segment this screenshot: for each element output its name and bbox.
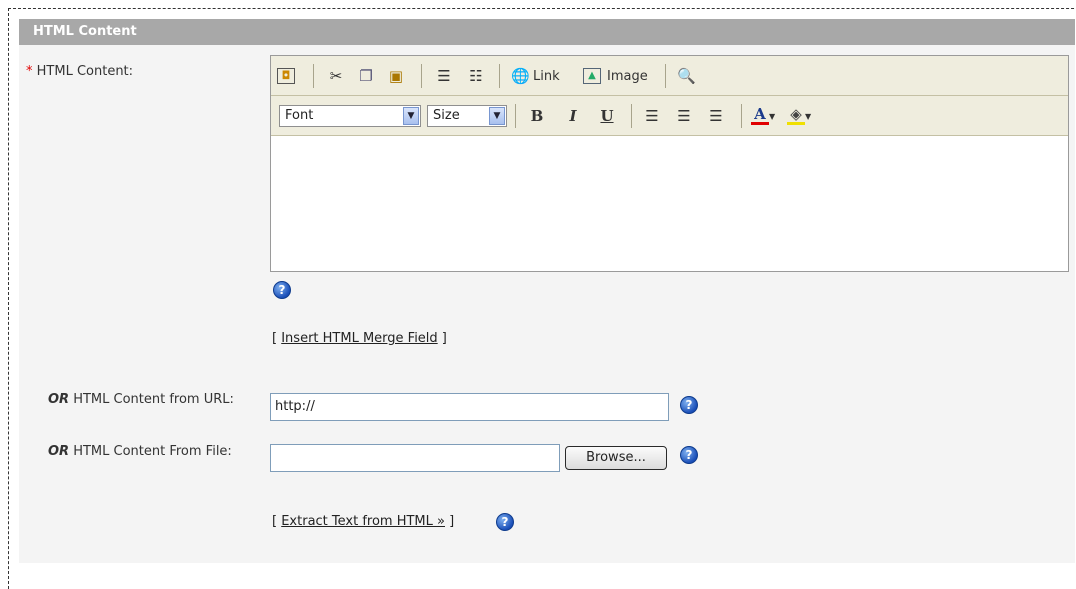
cut-button[interactable]: ✂ [327, 65, 345, 87]
link-label: Link [533, 68, 560, 84]
background-color-icon: ◈ [787, 107, 805, 125]
underline-icon: U [600, 107, 614, 125]
chevron-down-icon: ▼ [489, 107, 505, 125]
italic-button[interactable]: I [563, 105, 583, 127]
underline-button[interactable]: U [597, 105, 617, 127]
required-marker: * [26, 64, 33, 79]
italic-icon: I [569, 107, 577, 125]
help-icon[interactable]: ? [680, 396, 698, 414]
paste-icon: ▣ [388, 67, 404, 85]
size-select[interactable]: Size ▼ [427, 105, 507, 127]
merge-field-line: [ Insert HTML Merge Field ] [272, 331, 447, 346]
chevron-down-icon: ▼ [805, 111, 812, 121]
align-left-button[interactable]: ☰ [643, 105, 661, 127]
insert-merge-field-link[interactable]: Insert HTML Merge Field [281, 331, 437, 346]
chevron-down-icon: ▼ [403, 107, 419, 125]
toolbar-separator [631, 104, 632, 128]
bold-button[interactable]: B [527, 105, 547, 127]
toolbar-separator [313, 64, 314, 88]
source-button[interactable]: ◘ [277, 65, 295, 87]
rich-text-editor: ◘ ✂ ❐ ▣ ☰ ☷ 🌐 Link ▲ Image 🔍 Font ▼ Size… [270, 55, 1069, 272]
editor-toolbar-1: ◘ ✂ ❐ ▣ ☰ ☷ 🌐 Link ▲ Image 🔍 [271, 56, 1068, 96]
editor-content-area[interactable] [271, 136, 1068, 271]
or-keyword: OR [48, 392, 70, 407]
html-content-label: * HTML Content: [26, 64, 133, 80]
text-color-button[interactable]: A ▼ [751, 105, 775, 127]
url-field-label: OR HTML Content from URL: [48, 392, 234, 407]
paste-button[interactable]: ▣ [387, 65, 405, 87]
copy-icon: ❐ [359, 67, 373, 85]
section-title: HTML Content [33, 24, 137, 39]
link-button[interactable]: 🌐 Link [511, 65, 560, 87]
help-icon[interactable]: ? [496, 513, 514, 531]
size-select-value: Size [433, 108, 460, 123]
image-icon: ▲ [583, 68, 601, 84]
preview-icon: 🔍 [677, 67, 696, 85]
or-keyword: OR [48, 444, 70, 459]
toolbar-separator [515, 104, 516, 128]
image-label: Image [607, 68, 648, 84]
align-center-button[interactable]: ☰ [675, 105, 693, 127]
font-select-value: Font [285, 108, 314, 123]
help-icon[interactable]: ? [680, 446, 698, 464]
toolbar-separator [421, 64, 422, 88]
section-header: HTML Content [19, 19, 1075, 45]
extract-text-line: [ Extract Text from HTML » ] [272, 514, 455, 529]
image-button[interactable]: ▲ Image [583, 65, 648, 87]
source-icon: ◘ [277, 68, 295, 84]
background-color-button[interactable]: ◈ ▼ [787, 105, 811, 127]
url-input-value: http:// [275, 399, 315, 414]
align-right-icon: ☰ [709, 107, 723, 125]
unordered-list-icon: ☷ [469, 67, 483, 85]
text-color-icon: A [751, 107, 769, 125]
copy-button[interactable]: ❐ [357, 65, 375, 87]
unordered-list-button[interactable]: ☷ [467, 65, 485, 87]
toolbar-separator [665, 64, 666, 88]
editor-toolbar-2: Font ▼ Size ▼ B I U ☰ ☰ ☰ A ▼ ◈ ▼ [271, 96, 1068, 136]
browse-button[interactable]: Browse... [565, 446, 667, 470]
file-path-input[interactable] [270, 444, 560, 472]
ordered-list-button[interactable]: ☰ [435, 65, 453, 87]
align-left-icon: ☰ [645, 107, 659, 125]
ordered-list-icon: ☰ [437, 67, 451, 85]
toolbar-separator [499, 64, 500, 88]
cut-icon: ✂ [329, 67, 343, 85]
file-field-label: OR HTML Content From File: [48, 444, 232, 459]
bold-icon: B [530, 107, 544, 125]
toolbar-separator [741, 104, 742, 128]
font-select[interactable]: Font ▼ [279, 105, 421, 127]
extract-text-link[interactable]: Extract Text from HTML » [281, 514, 445, 529]
align-right-button[interactable]: ☰ [707, 105, 725, 127]
link-icon: 🌐 [511, 67, 530, 85]
help-icon[interactable]: ? [273, 281, 291, 299]
html-content-label-text: HTML Content: [36, 64, 134, 79]
preview-button[interactable]: 🔍 [677, 65, 696, 87]
url-input[interactable]: http:// [270, 393, 669, 421]
align-center-icon: ☰ [677, 107, 691, 125]
chevron-down-icon: ▼ [769, 111, 776, 121]
